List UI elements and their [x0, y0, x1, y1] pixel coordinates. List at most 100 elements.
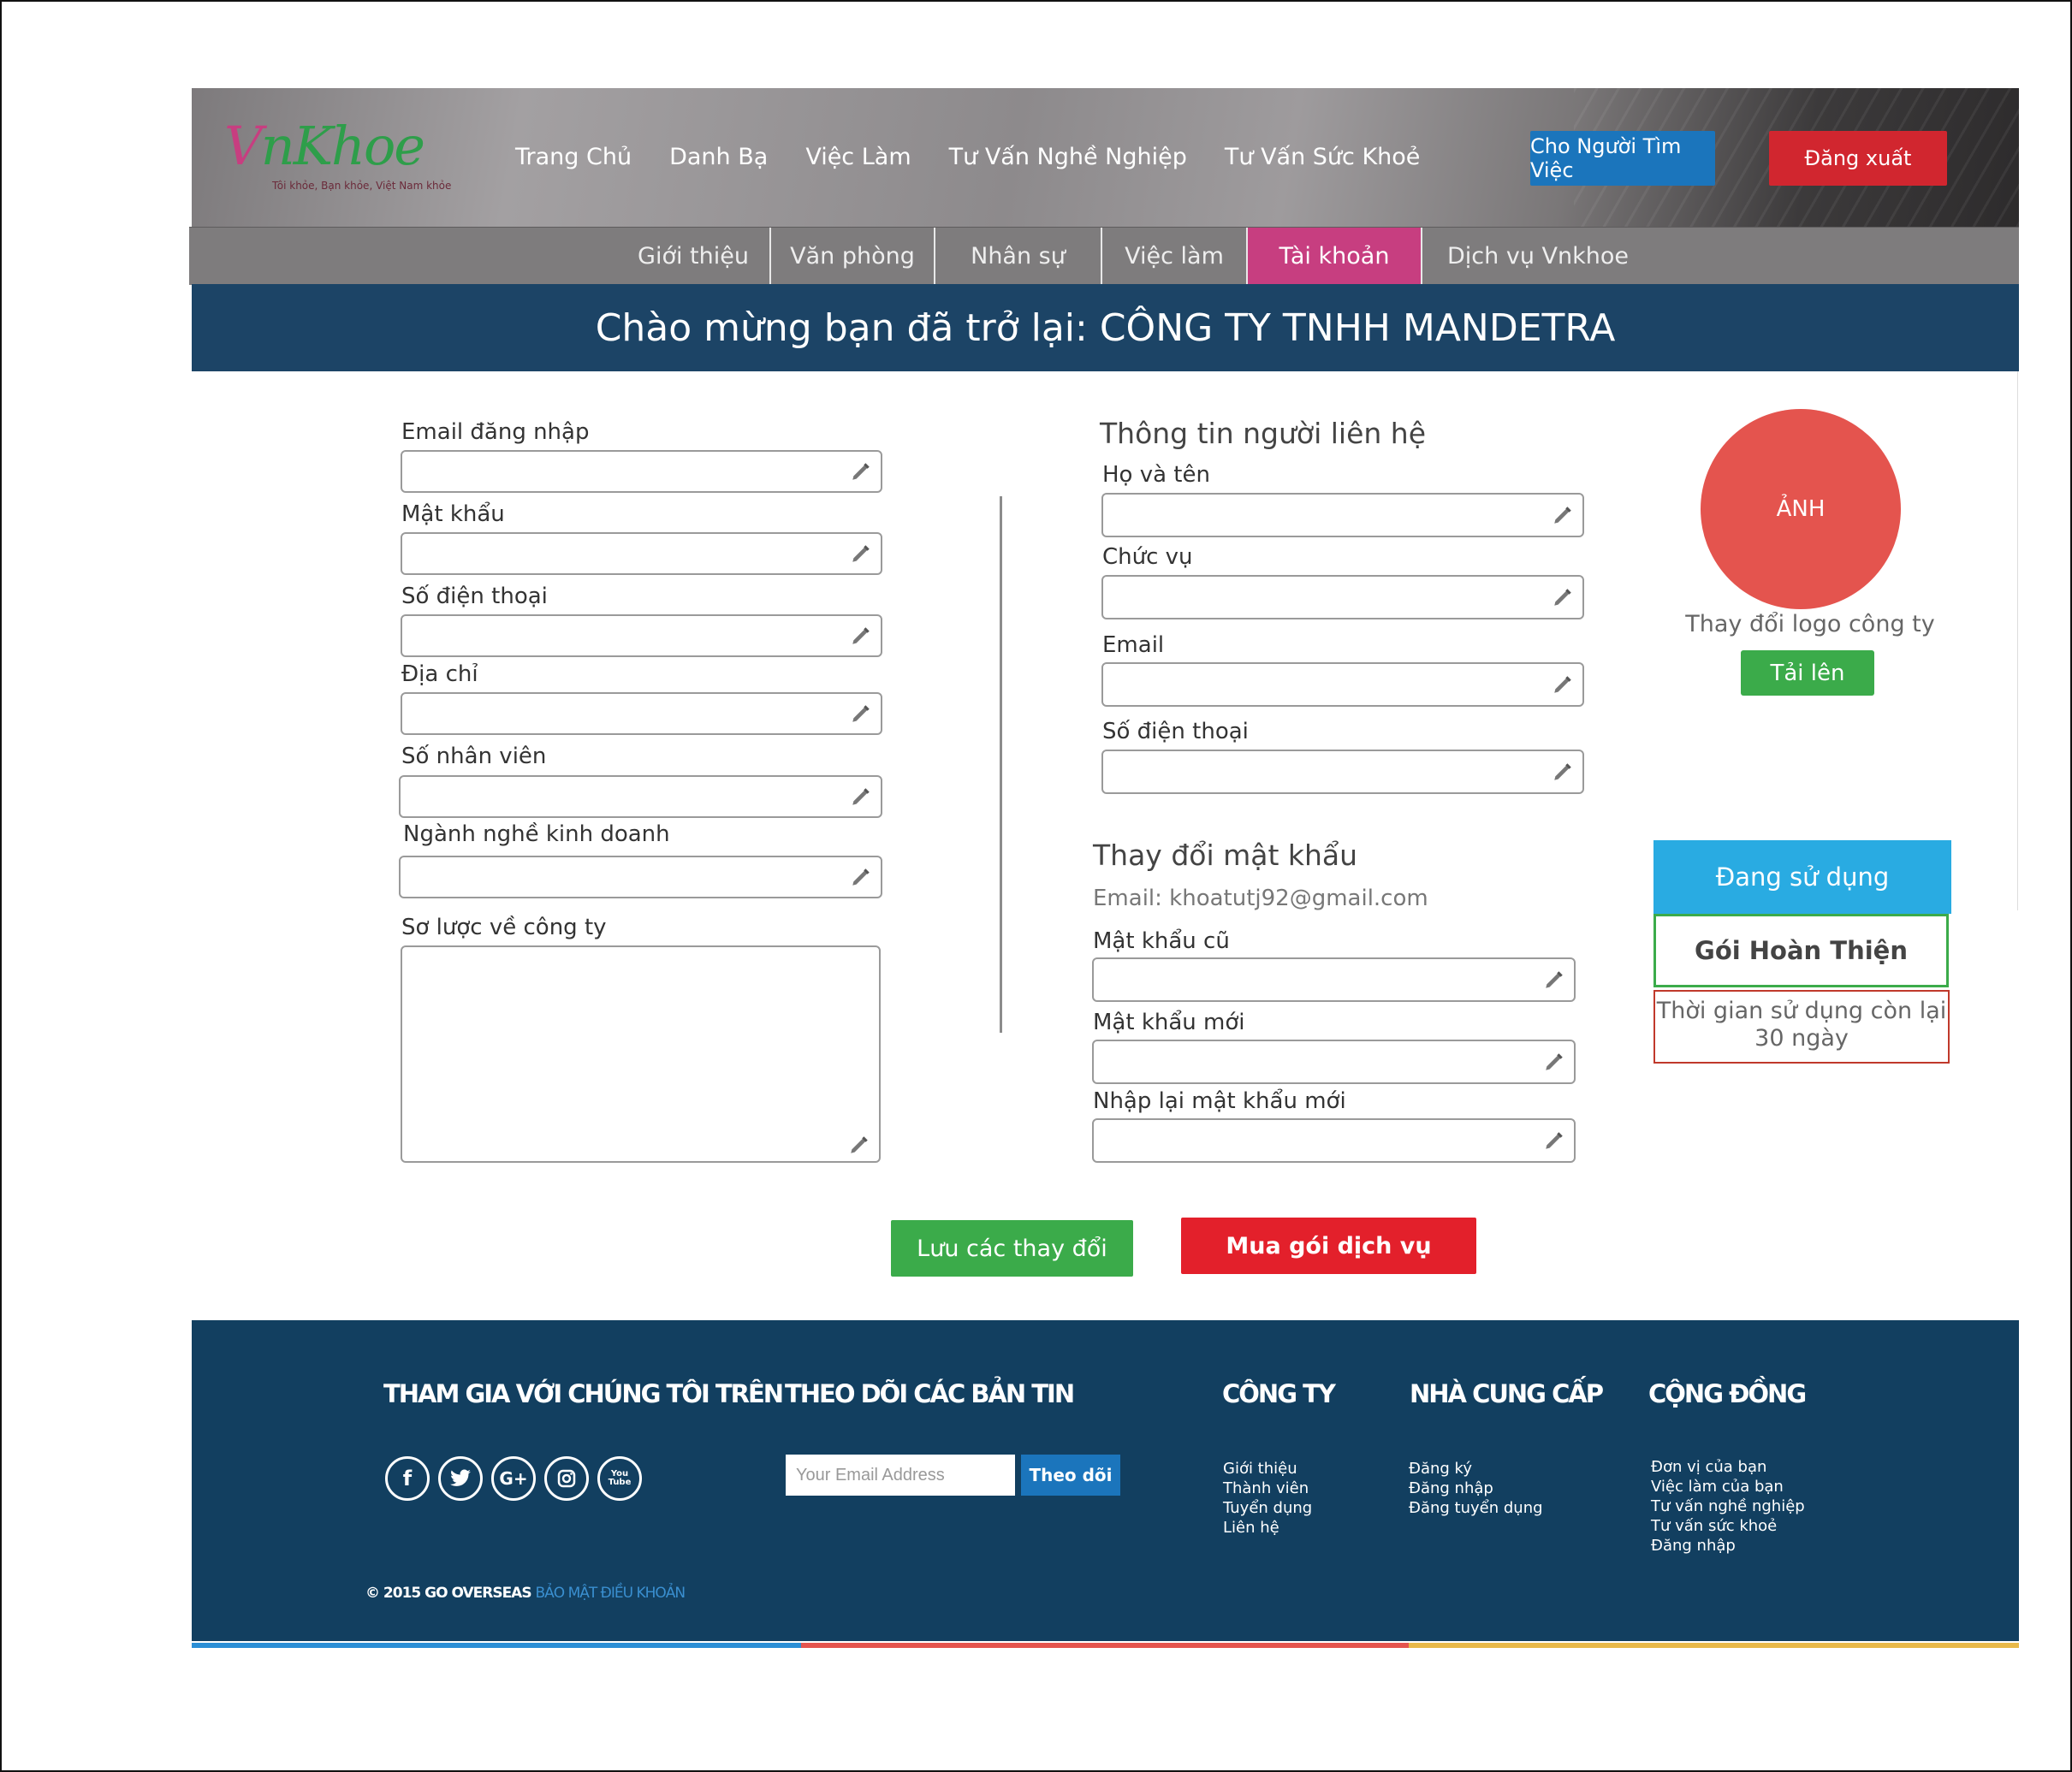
tab-intro[interactable]: Giới thiệu	[617, 228, 771, 285]
site-logo[interactable]: VnKhoe Tôi khỏe, Bạn khỏe, Việt Nam khỏe	[224, 111, 451, 197]
pencil-icon	[852, 705, 870, 722]
welcome-banner: Chào mừng bạn đã trở lại: CÔNG TY TNHH M…	[192, 284, 2019, 371]
nav-item-jobs[interactable]: Việc Làm	[805, 144, 911, 181]
new-password-label: Mật khẩu mới	[1093, 1010, 1245, 1035]
pencil-icon	[1546, 1132, 1563, 1149]
google-plus-icon[interactable]: G+	[491, 1456, 536, 1501]
email-field[interactable]	[401, 450, 882, 493]
newsletter-subscribe-button[interactable]: Theo dõi	[1021, 1455, 1120, 1496]
pencil-icon	[852, 788, 870, 805]
footer-provider-heading: NHÀ CUNG CẤP	[1410, 1379, 1604, 1408]
footer-link-post-job[interactable]: Đăng tuyển dụng	[1409, 1498, 1543, 1518]
change-logo-label: Thay đổi logo công ty	[1685, 611, 1935, 637]
contact-phone-field[interactable]	[1101, 750, 1584, 794]
remaining-days: 30 ngày	[1754, 1025, 1849, 1052]
nav-item-career-advice[interactable]: Tư Vấn Nghề Nghiệp	[949, 144, 1187, 181]
nav-item-health-advice[interactable]: Tư Vấn Sức Khoẻ	[1225, 144, 1421, 181]
instagram-camera-icon	[557, 1469, 576, 1488]
address-field[interactable]	[401, 692, 882, 735]
nav-item-directory[interactable]: Danh Bạ	[669, 144, 768, 181]
pencil-icon	[852, 463, 870, 480]
package-status: Đang sử dụng	[1653, 840, 1951, 914]
buy-package-button[interactable]: Mua gói dịch vụ	[1181, 1218, 1476, 1274]
footer-link-intro[interactable]: Giới thiệu	[1223, 1459, 1312, 1479]
tab-account[interactable]: Tài khoản	[1248, 228, 1422, 285]
contact-name-label: Họ và tên	[1102, 462, 1210, 488]
pencil-icon	[852, 627, 870, 644]
newsletter-email-input[interactable]: Your Email Address	[786, 1455, 1015, 1496]
footer-link-community-login[interactable]: Đăng nhập	[1651, 1536, 1805, 1556]
twitter-bird-icon	[450, 1469, 471, 1486]
pencil-icon	[1554, 507, 1571, 524]
instagram-icon[interactable]	[544, 1456, 589, 1501]
phone-field[interactable]	[401, 614, 882, 657]
pencil-icon	[1554, 589, 1571, 606]
contact-name-field[interactable]	[1101, 493, 1584, 537]
facebook-icon[interactable]: f	[385, 1456, 430, 1501]
new-password-field[interactable]	[1092, 1040, 1576, 1084]
logo-tagline: Tôi khỏe, Bạn khỏe, Việt Nam khỏe	[272, 180, 452, 192]
confirm-password-field[interactable]	[1092, 1118, 1576, 1163]
business-label: Ngành nghề kinh doanh	[403, 821, 670, 847]
summary-textarea[interactable]	[401, 945, 881, 1163]
contact-position-field[interactable]	[1101, 575, 1584, 619]
job-seeker-button[interactable]: Cho Người Tìm Việc	[1530, 131, 1715, 186]
password-heading: Thay đổi mật khẩu	[1093, 839, 1358, 872]
footer-company-links: Giới thiệu Thành viên Tuyển dụng Liên hệ	[1223, 1459, 1312, 1538]
pencil-icon	[1546, 1053, 1563, 1070]
footer-link-recruitment[interactable]: Tuyển dụng	[1223, 1498, 1312, 1518]
tab-jobs[interactable]: Việc làm	[1102, 228, 1248, 285]
main-nav: Trang Chủ Danh Bạ Việc Làm Tư Vấn Nghề N…	[515, 144, 1420, 181]
employees-label: Số nhân viên	[401, 744, 547, 769]
summary-label: Sơ lược về công ty	[401, 915, 607, 940]
footer-link-your-jobs[interactable]: Việc làm của bạn	[1651, 1477, 1805, 1496]
logo-wordmark: VnKhoe	[224, 115, 425, 177]
contact-heading: Thông tin người liên hệ	[1100, 417, 1427, 450]
business-field[interactable]	[399, 856, 882, 898]
footer-link-career-advice[interactable]: Tư vấn nghề nghiệp	[1651, 1496, 1805, 1516]
footer-link-login[interactable]: Đăng nhập	[1409, 1479, 1543, 1498]
footer-bar-blue	[192, 1643, 801, 1648]
youtube-icon[interactable]: You Tube	[597, 1456, 642, 1501]
sub-nav: Giới thiệu Văn phòng Nhân sự Việc làm Tà…	[189, 227, 2019, 285]
employees-field[interactable]	[399, 775, 882, 818]
package-remaining: Thời gian sử dụng còn lại 30 ngày	[1653, 990, 1950, 1064]
package-name: Gói Hoàn Thiện	[1653, 914, 1949, 987]
old-password-field[interactable]	[1092, 957, 1576, 1002]
logout-button[interactable]: Đăng xuất	[1769, 131, 1947, 186]
email-label: Email đăng nhập	[401, 419, 590, 445]
nav-item-home[interactable]: Trang Chủ	[515, 144, 632, 181]
tab-staff[interactable]: Nhân sự	[935, 228, 1102, 285]
phone-label: Số điện thoại	[401, 584, 548, 609]
footer-link-health-advice[interactable]: Tư vấn sức khoẻ	[1651, 1516, 1805, 1536]
footer-bar-red	[801, 1643, 1409, 1648]
footer-join-heading: THAM GIA VỚI CHÚNG TÔI TRÊN	[383, 1379, 784, 1408]
remaining-label: Thời gian sử dụng còn lại	[1656, 998, 1947, 1024]
tab-services[interactable]: Dịch vụ Vnkhoe	[1422, 228, 1653, 285]
pencil-icon	[1554, 676, 1571, 693]
content-edge	[2017, 371, 2018, 910]
copyright-links[interactable]: BẢO MẬT ĐIỀU KHOẢN	[536, 1585, 686, 1602]
company-logo-placeholder[interactable]: ẢNH	[1701, 409, 1901, 609]
password-field[interactable]	[401, 532, 882, 575]
footer-link-register[interactable]: Đăng ký	[1409, 1459, 1543, 1479]
pencil-icon	[851, 1136, 868, 1153]
save-changes-button[interactable]: Lưu các thay đổi	[891, 1220, 1133, 1277]
pencil-icon	[1546, 971, 1563, 988]
contact-position-label: Chức vụ	[1102, 544, 1193, 570]
twitter-icon[interactable]	[438, 1456, 483, 1501]
contact-email-field[interactable]	[1101, 662, 1584, 707]
pencil-icon	[852, 545, 870, 562]
contact-email-label: Email	[1102, 632, 1165, 658]
pencil-icon	[852, 868, 870, 886]
tab-office[interactable]: Văn phòng	[771, 228, 935, 285]
upload-button[interactable]: Tải lên	[1741, 650, 1874, 696]
account-email-note: Email: khoatutj92@gmail.com	[1093, 886, 1428, 911]
confirm-password-label: Nhập lại mật khẩu mới	[1093, 1088, 1346, 1114]
column-divider	[1000, 496, 1002, 1033]
footer-community-links: Đơn vị của bạn Việc làm của bạn Tư vấn n…	[1651, 1457, 1805, 1556]
footer-link-members[interactable]: Thành viên	[1223, 1479, 1312, 1498]
footer-newsletter-heading: THEO DÕI CÁC BẢN TIN	[785, 1379, 1075, 1408]
footer-link-your-unit[interactable]: Đơn vị của bạn	[1651, 1457, 1805, 1477]
footer-link-contact[interactable]: Liên hệ	[1223, 1518, 1312, 1538]
